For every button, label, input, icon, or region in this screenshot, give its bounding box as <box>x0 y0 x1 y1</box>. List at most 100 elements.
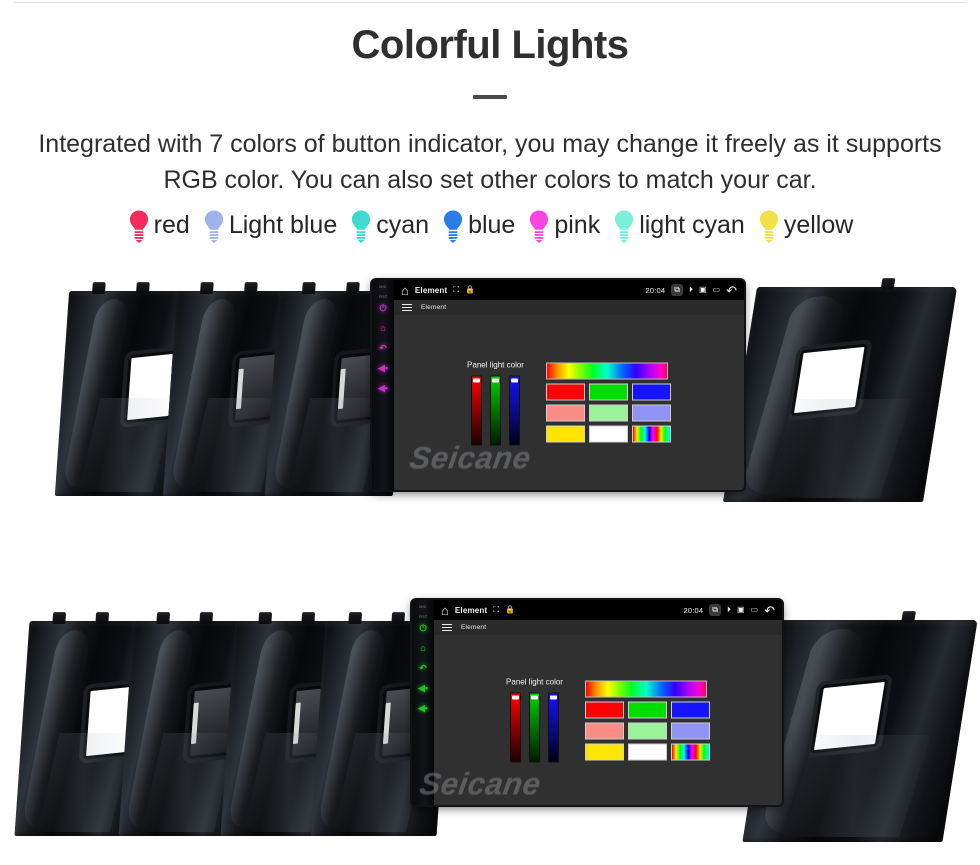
hamburger-icon[interactable] <box>442 623 452 632</box>
recents-icon[interactable]: ▭ <box>713 286 721 294</box>
legend-item-cyan: cyan <box>344 209 434 243</box>
mounting-clip <box>199 282 214 294</box>
back-icon[interactable]: ↶ <box>419 664 427 673</box>
legend-label: Light blue <box>228 211 338 239</box>
swatch-white[interactable] <box>588 425 628 443</box>
car-head-unit[interactable]: MIC RST ⏻ ⌂ ↶ ◀• ◀• ⌂ Element ⛶ 🔒 20:04 ⧉ ⏵ ▣ ▭ ↶ Element… <box>372 280 744 490</box>
head-unit-side-buttons[interactable]: MIC RST ⏻ ⌂ ↶ ◀• ◀• <box>412 600 434 805</box>
slider-knob[interactable] <box>510 378 518 382</box>
bulb-icon <box>202 209 226 243</box>
swatch-periwinkle[interactable] <box>670 722 710 739</box>
head-unit-side-buttons[interactable]: MIC RST ⏻ ⌂ ↶ ◀• ◀• <box>372 280 394 490</box>
lock-icon: 🔒 <box>505 605 515 614</box>
swatch-rainbow[interactable] <box>670 743 710 760</box>
mounting-clip <box>135 282 150 294</box>
mute-icon[interactable]: ⏵ <box>689 286 693 294</box>
swatch-salmon[interactable] <box>545 404 585 422</box>
back-icon[interactable]: ↶ <box>379 344 387 353</box>
panel-light-color-label: Panel light color <box>506 677 563 687</box>
home-icon[interactable]: ⌂ <box>401 284 409 297</box>
legend-label: yellow <box>783 211 854 239</box>
mounting-clip <box>347 612 362 624</box>
slider-knob[interactable] <box>530 695 538 700</box>
power-icon[interactable]: ⏻ <box>419 624 426 633</box>
swatch-lightgreen[interactable] <box>588 404 628 422</box>
hue-gradient-bar[interactable] <box>584 680 707 697</box>
screenshot-icon[interactable]: ⧉ <box>671 284 683 296</box>
swatch-red[interactable] <box>545 383 585 401</box>
swatch-yellow[interactable] <box>545 425 585 443</box>
blue-slider[interactable] <box>547 692 559 763</box>
mounting-clip <box>880 278 896 290</box>
swatch-lightgreen[interactable] <box>627 722 667 739</box>
green-slider[interactable] <box>489 375 501 445</box>
legend-item-light-cyan: light cyan <box>607 209 750 243</box>
legend-item-yellow: yellow <box>752 209 858 243</box>
swatch-red[interactable] <box>584 701 624 718</box>
page-root: Colorful Lights Integrated with 7 colors… <box>0 0 980 865</box>
car-head-unit[interactable]: MIC RST ⏻ ⌂ ↶ ◀• ◀• ⌂ Element ⛶ 🔒 20:04 ⧉ ⏵ ▣ ▭ ↶ Element… <box>412 600 782 805</box>
mounting-clip <box>51 612 66 624</box>
red-slider[interactable] <box>470 375 482 445</box>
volume-down-icon[interactable]: ◀• <box>378 364 388 373</box>
back-arrow-icon[interactable]: ↶ <box>726 284 737 297</box>
slider-knob[interactable] <box>549 695 557 700</box>
volume-down-icon[interactable]: ◀• <box>418 684 428 693</box>
lock-icon: 🔒 <box>465 285 475 294</box>
home-icon[interactable]: ⌂ <box>380 324 385 333</box>
legend-label: cyan <box>376 211 430 239</box>
sliders-row <box>506 692 563 763</box>
mounting-clip <box>198 612 213 624</box>
slider-knob[interactable] <box>472 378 480 382</box>
vent-cutout <box>790 343 869 417</box>
app-bar-title: Element <box>421 304 447 311</box>
mounting-clip <box>243 282 258 294</box>
screenshot-icon[interactable]: ⧉ <box>709 604 721 616</box>
mute-icon[interactable]: ⏵ <box>727 606 731 614</box>
app-bar: Element <box>434 620 782 635</box>
product-photo-row-2: ↶◀•◀•↶◀•◀•↶◀•◀•↶◀•◀•MICRST⏻⌂↶◀•◀•⌂Elemen… <box>0 566 980 856</box>
swatch-green[interactable] <box>588 383 628 401</box>
legend-label: pink <box>554 211 601 239</box>
status-bar-title: Element <box>414 285 448 295</box>
screen-icon[interactable]: ▣ <box>699 286 707 294</box>
recents-icon[interactable]: ▭ <box>751 606 759 614</box>
color-swatch-picker <box>584 680 710 760</box>
image-icon: ⛶ <box>453 285 459 294</box>
home-icon[interactable]: ⌂ <box>441 604 449 617</box>
swatch-blue[interactable] <box>631 383 671 401</box>
volume-up-icon[interactable]: ◀• <box>418 704 428 713</box>
swatch-periwinkle[interactable] <box>631 404 671 422</box>
touch-screen[interactable]: ⌂ Element ⛶ 🔒 20:04 ⧉ ⏵ ▣ ▭ ↶ Element Panel light c… <box>434 600 782 805</box>
swatch-green[interactable] <box>627 701 667 718</box>
screen-icon[interactable]: ▣ <box>737 606 745 614</box>
back-arrow-icon[interactable]: ↶ <box>764 604 775 617</box>
bulb-icon <box>527 209 551 243</box>
legend-label: blue <box>468 211 516 239</box>
touch-screen[interactable]: ⌂ Element ⛶ 🔒 20:04 ⧉ ⏵ ▣ ▭ ↶ Element Panel light c… <box>394 280 744 490</box>
mounting-clip <box>345 282 360 294</box>
hamburger-icon[interactable] <box>402 303 412 312</box>
slider-knob[interactable] <box>491 378 499 382</box>
green-slider[interactable] <box>528 692 540 763</box>
panel-light-color-settings: Panel light color <box>434 678 782 763</box>
header-subtitle: Integrated with 7 colors of button indic… <box>38 130 942 195</box>
window-notch <box>292 702 301 745</box>
hue-gradient-bar[interactable] <box>545 362 668 380</box>
swatch-white[interactable] <box>627 743 667 760</box>
blue-slider[interactable] <box>508 375 520 445</box>
bulb-icon <box>349 209 373 243</box>
swatch-blue[interactable] <box>670 701 710 718</box>
bulb-icon <box>441 209 465 243</box>
swatch-salmon[interactable] <box>584 722 624 739</box>
slider-knob[interactable] <box>511 695 519 700</box>
home-icon[interactable]: ⌂ <box>420 644 425 653</box>
power-icon[interactable]: ⏻ <box>379 304 386 313</box>
app-content: Panel light color <box>394 315 744 490</box>
swatch-yellow[interactable] <box>584 743 624 760</box>
color-swatch-picker <box>545 362 671 443</box>
red-slider[interactable] <box>509 692 521 763</box>
rgb-slider-group: Panel light color <box>467 360 524 445</box>
volume-up-icon[interactable]: ◀• <box>378 384 388 393</box>
swatch-rainbow[interactable] <box>631 425 671 443</box>
